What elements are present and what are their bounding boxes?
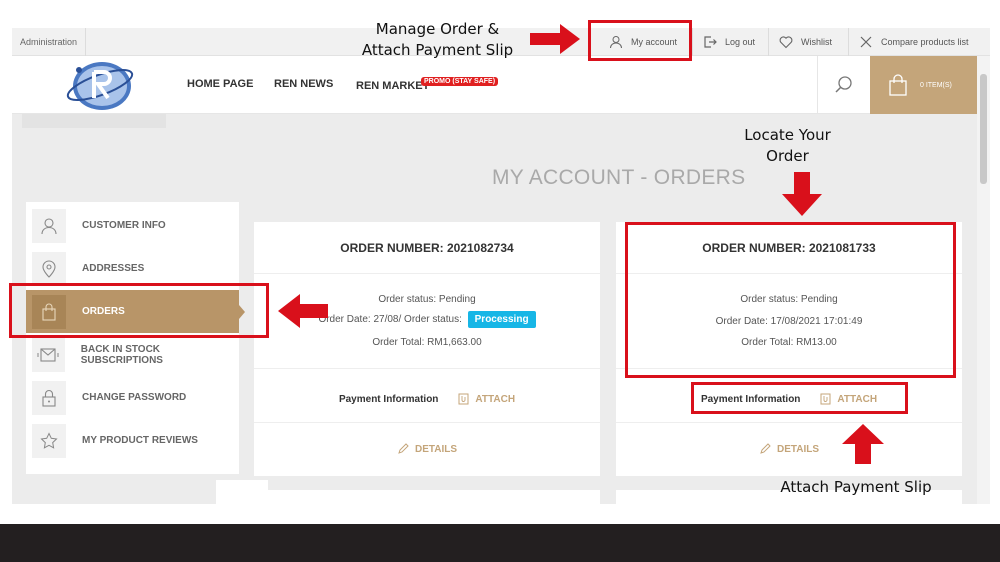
sidebar-item-back-in-stock[interactable]: BACK IN STOCK SUBSCRIPTIONS — [26, 333, 239, 376]
payment-info-label: Payment Information — [338, 393, 439, 405]
annotation-line: Order — [766, 147, 809, 165]
site-logo[interactable] — [64, 58, 138, 112]
cart-count: 0 ITEM(S) — [920, 81, 952, 89]
user-icon — [32, 208, 66, 243]
annotation-line: Attach Payment Slip — [361, 41, 514, 59]
details-button[interactable]: DETAILS — [254, 422, 600, 476]
sidebar-item-label: CHANGE PASSWORD — [82, 392, 187, 403]
sidebar-item-product-reviews[interactable]: MY PRODUCT REVIEWS — [26, 419, 239, 462]
wishlist-label: Wishlist — [801, 37, 832, 47]
attachment-icon — [458, 393, 469, 405]
status-tooltip-label: Order status: — [404, 314, 462, 325]
pencil-icon — [398, 443, 409, 454]
annotation-arrow-right — [530, 24, 580, 54]
highlight-orders-sidebar — [9, 283, 269, 338]
annotation-arrow-left — [278, 294, 328, 328]
cart-button[interactable]: 0 ITEM(S) — [870, 56, 977, 114]
account-sidebar: CUSTOMER INFO ADDRESSES ORDERS BACK IN S… — [26, 202, 245, 474]
scrollbar-thumb[interactable] — [980, 74, 987, 184]
annotation-arrow-up — [842, 424, 884, 464]
annotation-locate-order: Locate Your Order — [730, 125, 845, 167]
scrollbar[interactable] — [977, 56, 990, 504]
sidebar-item-change-password[interactable]: CHANGE PASSWORD — [26, 376, 239, 419]
payment-info-row: Payment Information ATTACH — [254, 377, 600, 421]
search-button[interactable] — [817, 56, 870, 114]
nav-ren-news[interactable]: REN NEWS — [274, 78, 333, 90]
attach-button[interactable]: ATTACH — [458, 393, 515, 405]
logout-icon — [704, 36, 717, 48]
compare-products-link[interactable]: Compare products list — [848, 28, 976, 56]
order-number: ORDER NUMBER: 2021082734 — [254, 222, 600, 274]
annotation-line: Manage Order & — [375, 20, 500, 38]
star-icon — [32, 423, 66, 458]
administration-link[interactable]: Administration — [12, 28, 87, 56]
order-date: Order Date: 27/08/ — [318, 314, 402, 325]
annotation-arrow-down — [782, 172, 822, 216]
order-total: Order Total: RM1,663.00 — [372, 337, 482, 348]
nav-ren-market[interactable]: REN MARKET — [356, 80, 429, 92]
logout-link[interactable]: Log out — [692, 28, 766, 56]
details-label: DETAILS — [776, 443, 820, 455]
page-title: MY ACCOUNT - ORDERS — [492, 166, 746, 189]
compare-label: Compare products list — [881, 37, 969, 47]
envelope-icon — [32, 337, 65, 372]
search-icon — [835, 76, 852, 93]
details-button[interactable]: DETAILS — [616, 422, 962, 476]
highlight-my-account — [588, 20, 692, 61]
breadcrumb — [22, 114, 166, 128]
highlight-order-card — [625, 222, 956, 378]
status-badge: Processing — [467, 311, 536, 328]
order-card: ORDER NUMBER: 2021082734 Order status: P… — [254, 222, 600, 476]
site-header: HOME PAGE REN NEWS REN MARKET 0 ITEM(S) — [12, 56, 990, 114]
annotation-line: Locate Your — [744, 126, 831, 144]
location-pin-icon — [32, 251, 66, 286]
promo-badge: PROMO (STAY SAFE) — [421, 77, 499, 86]
annotation-attach-slip: Attach Payment Slip — [780, 478, 932, 496]
heart-icon — [779, 36, 793, 49]
logout-label: Log out — [725, 37, 756, 47]
shopping-bag-icon — [889, 74, 907, 96]
divider — [254, 368, 600, 369]
attach-label: ATTACH — [475, 393, 516, 405]
bottom-band — [0, 524, 1000, 562]
sidebar-item-label: ADDRESSES — [82, 263, 145, 274]
sidebar-item-label: BACK IN STOCK SUBSCRIPTIONS — [80, 343, 163, 366]
sidebar-item-label: CUSTOMER INFO — [82, 220, 166, 231]
sidebar-item-customer-info[interactable]: CUSTOMER INFO — [26, 204, 239, 247]
compare-icon — [860, 36, 872, 48]
lock-icon — [32, 380, 66, 415]
annotation-manage-order: Manage Order & Attach Payment Slip — [350, 19, 525, 61]
highlight-attach — [691, 382, 908, 414]
pencil-icon — [760, 443, 771, 454]
nav-home-page[interactable]: HOME PAGE — [187, 78, 253, 90]
content-block — [254, 490, 600, 504]
wishlist-link[interactable]: Wishlist — [768, 28, 846, 56]
sidebar-item-label: MY PRODUCT REVIEWS — [82, 435, 198, 446]
details-label: DETAILS — [414, 443, 458, 455]
